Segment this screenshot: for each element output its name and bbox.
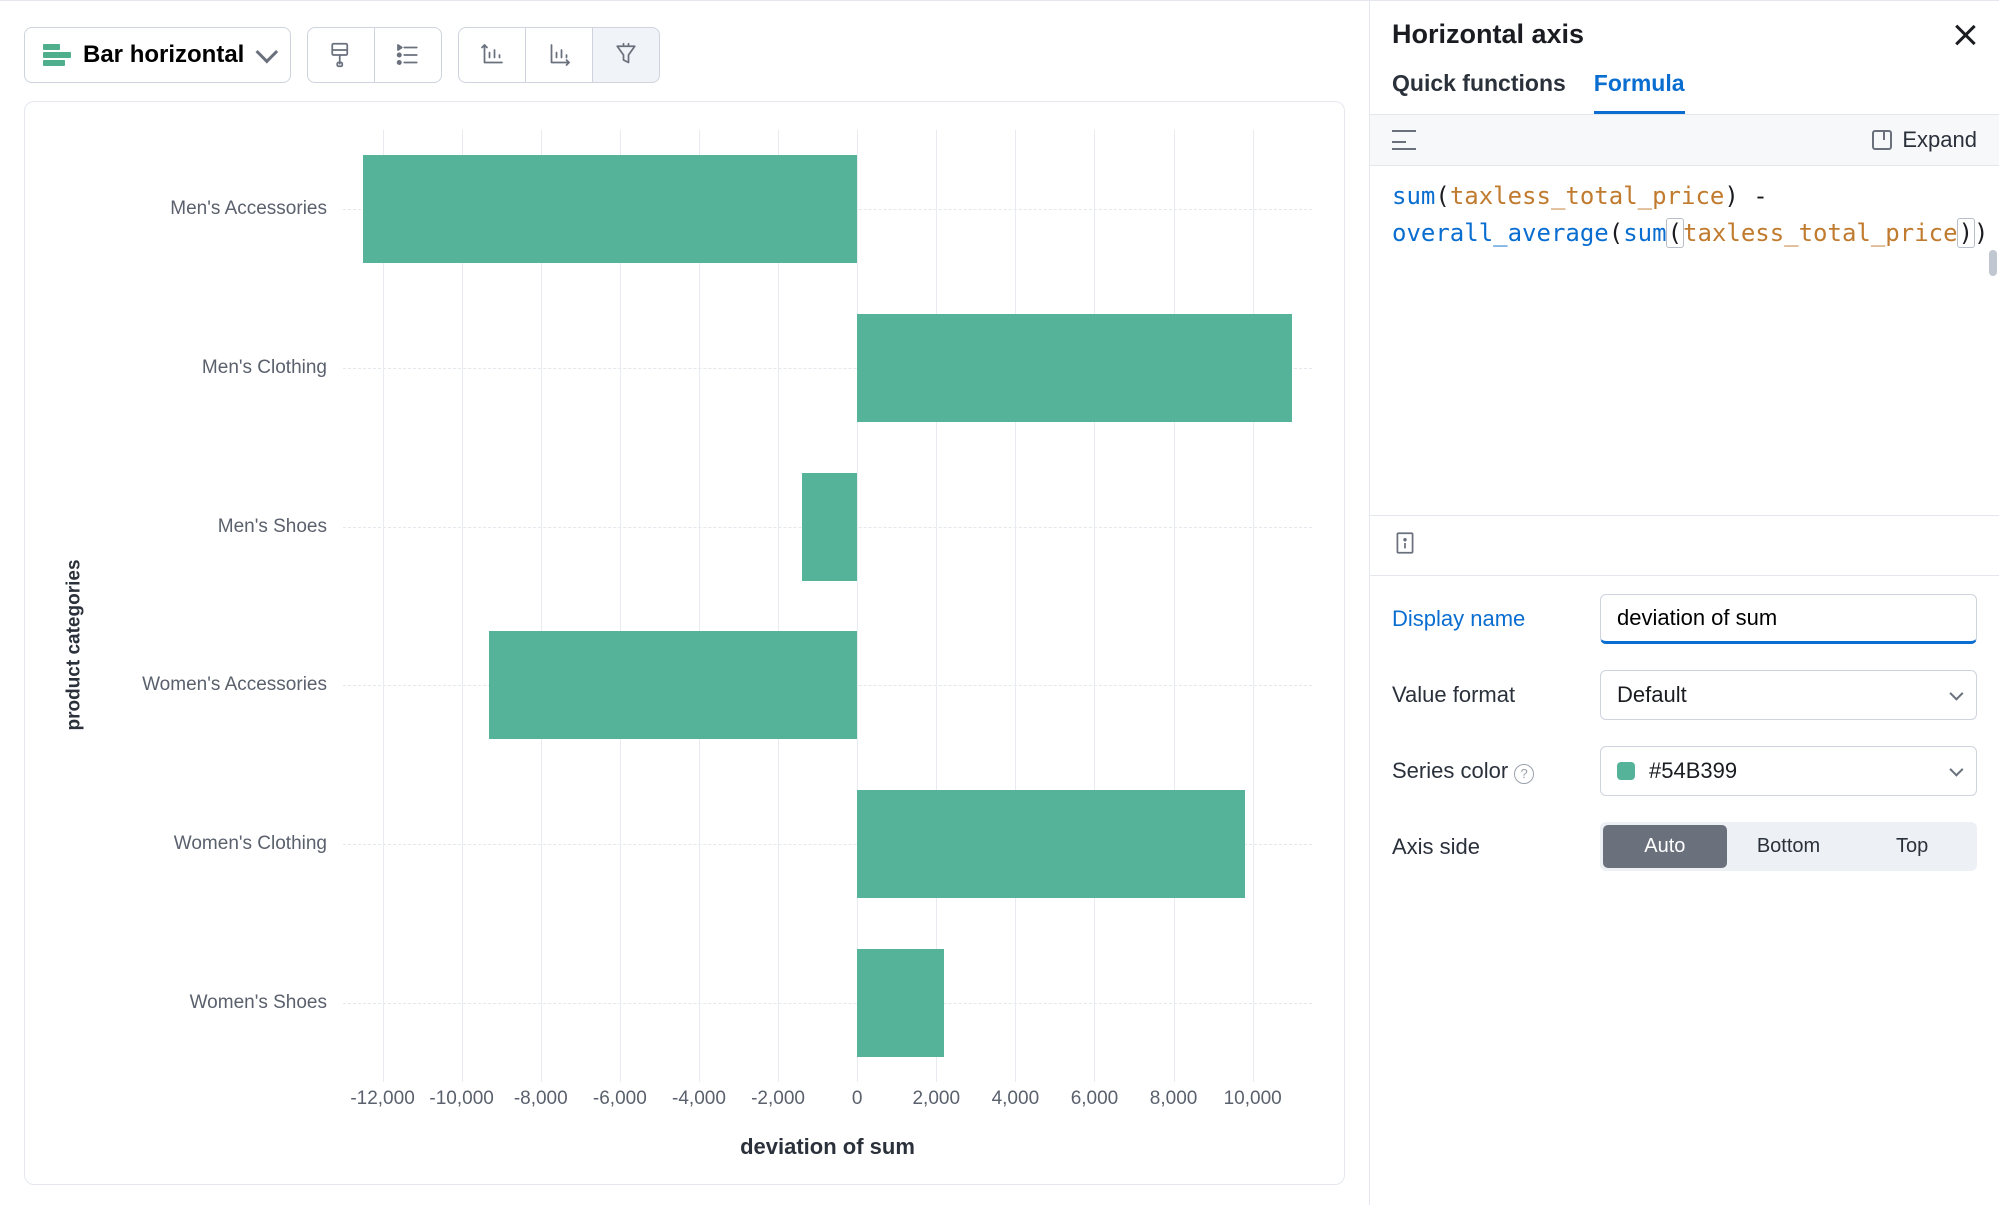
y-tick-label: Men's Clothing: [93, 289, 343, 448]
y-tick-label: Women's Clothing: [93, 765, 343, 924]
word-wrap-icon[interactable]: [1392, 130, 1416, 150]
chevron-down-icon: [256, 41, 279, 64]
scrollbar-thumb[interactable]: [1989, 250, 1997, 276]
bottom-axis-button[interactable]: [525, 27, 593, 83]
value-format-label: Value format: [1392, 682, 1582, 708]
tab-formula[interactable]: Formula: [1594, 70, 1685, 114]
x-tick-label: -6,000: [593, 1088, 647, 1110]
panel-tabs: Quick functions Formula: [1370, 50, 1999, 115]
x-tick-label: -4,000: [672, 1088, 726, 1110]
expand-icon: [1872, 130, 1892, 150]
axis-side-option[interactable]: Top: [1850, 825, 1974, 868]
formula-editor[interactable]: sum(taxless_total_price) - overall_avera…: [1370, 166, 1999, 516]
x-tick-label: 2,000: [912, 1088, 960, 1110]
bar[interactable]: [857, 314, 1292, 422]
chevron-down-icon: [1949, 687, 1963, 701]
color-palette-button[interactable]: [307, 27, 375, 83]
filter-icon: [611, 40, 641, 70]
panel-title: Horizontal axis: [1392, 19, 1584, 50]
plot-area: [343, 130, 1312, 1082]
axis-side-option[interactable]: Bottom: [1727, 825, 1851, 868]
chart-type-selector[interactable]: Bar horizontal: [24, 27, 291, 83]
axis-side-label: Axis side: [1392, 834, 1582, 860]
expand-button[interactable]: Expand: [1872, 127, 1977, 153]
close-icon[interactable]: [1953, 23, 1977, 47]
legend-settings-button[interactable]: [374, 27, 442, 83]
info-icon[interactable]: ?: [1514, 764, 1534, 784]
documentation-icon: [1392, 530, 1418, 556]
y-axis-label: product categories: [64, 559, 86, 730]
brush-icon: [326, 40, 356, 70]
filter-axis-button[interactable]: [592, 27, 660, 83]
value-format-select[interactable]: Default: [1600, 670, 1977, 720]
x-axis-label: deviation of sum: [93, 1116, 1312, 1160]
x-tick-label: -2,000: [751, 1088, 805, 1110]
doc-reference-row[interactable]: [1370, 516, 1999, 576]
x-tick-label: 0: [852, 1088, 863, 1110]
chart-toolbar: Bar horizontal: [24, 21, 1345, 101]
axis-button-group: [458, 27, 660, 83]
x-tick-label: 8,000: [1150, 1088, 1198, 1110]
axis-left-icon: [477, 40, 507, 70]
x-tick-label: 6,000: [1071, 1088, 1119, 1110]
y-tick-label: Women's Accessories: [93, 606, 343, 765]
display-name-label: Display name: [1392, 606, 1582, 632]
axis-side-option[interactable]: Auto: [1603, 825, 1727, 868]
x-axis-tick-labels: -12,000 -10,000 -8,000 -6,000 -4,000 -2,000 0 2…: [343, 1088, 1312, 1116]
x-tick-label: -10,000: [429, 1088, 493, 1110]
bar[interactable]: [857, 949, 944, 1057]
left-axis-button[interactable]: [458, 27, 526, 83]
formula-toolbar: Expand: [1370, 115, 1999, 166]
x-tick-label: 10,000: [1224, 1088, 1282, 1110]
bar[interactable]: [489, 631, 857, 739]
series-color-label: Series color?: [1392, 758, 1582, 784]
series-color-select[interactable]: #54B399: [1600, 746, 1977, 796]
x-tick-label: 4,000: [992, 1088, 1040, 1110]
bar-horizontal-icon: [43, 44, 71, 66]
x-tick-label: -12,000: [350, 1088, 414, 1110]
x-tick-label: -8,000: [514, 1088, 568, 1110]
chart-type-label: Bar horizontal: [83, 41, 244, 69]
y-axis-tick-labels: Men's AccessoriesMen's ClothingMen's Sho…: [93, 130, 343, 1082]
y-tick-label: Men's Shoes: [93, 447, 343, 606]
expand-label: Expand: [1902, 127, 1977, 153]
bar[interactable]: [363, 155, 857, 263]
chevron-down-icon: [1949, 763, 1963, 777]
tab-quick-functions[interactable]: Quick functions: [1392, 70, 1566, 114]
axis-side-segmented: AutoBottomTop: [1600, 822, 1977, 871]
bar[interactable]: [802, 473, 857, 581]
display-name-input[interactable]: [1600, 594, 1977, 644]
chart-card: product categories Men's AccessoriesMen'…: [24, 101, 1345, 1185]
list-settings-icon: [393, 40, 423, 70]
config-panel: Horizontal axis Quick functions Formula …: [1369, 1, 1999, 1205]
axis-bottom-icon: [544, 40, 574, 70]
y-tick-label: Women's Shoes: [93, 923, 343, 1082]
style-button-group: [307, 27, 442, 83]
y-tick-label: Men's Accessories: [93, 130, 343, 289]
color-swatch: [1617, 762, 1635, 780]
series-color-value: #54B399: [1649, 758, 1737, 784]
value-format-value: Default: [1617, 682, 1687, 708]
bar[interactable]: [857, 790, 1245, 898]
